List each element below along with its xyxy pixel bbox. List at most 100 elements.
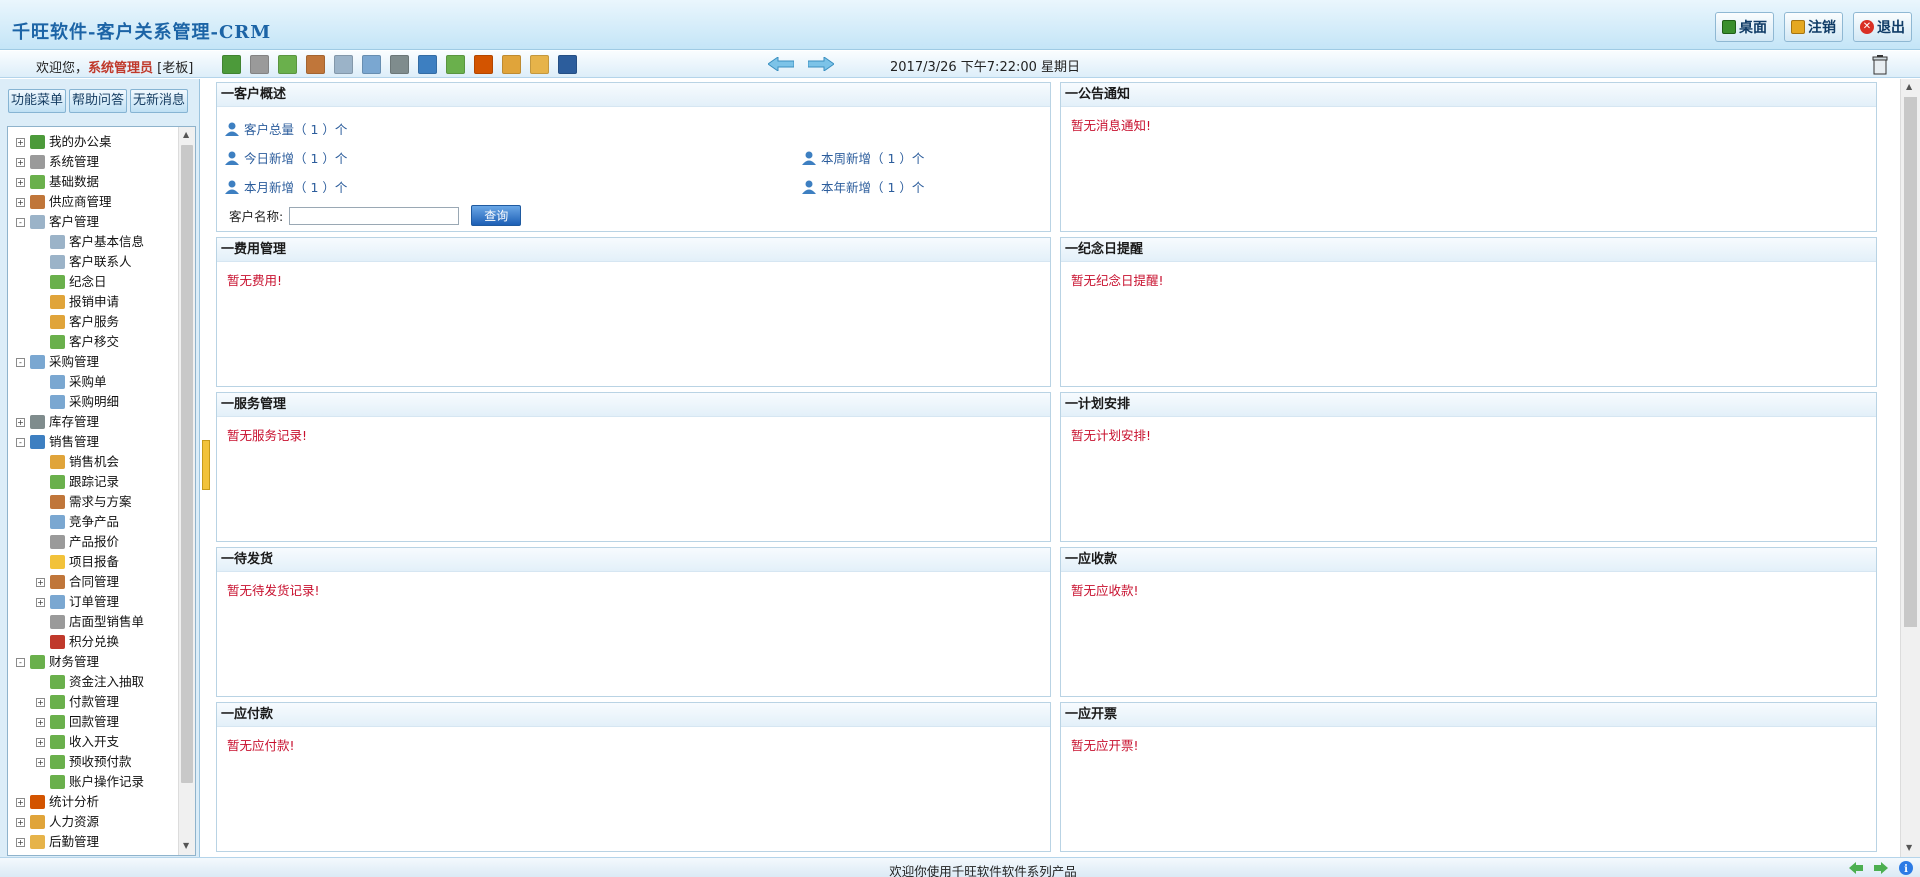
expand-icon[interactable]: + bbox=[16, 838, 25, 847]
statistics-icon[interactable] bbox=[474, 55, 493, 74]
tree-item[interactable]: + 统计分析 bbox=[8, 792, 178, 812]
tree-item[interactable]: + 我的办公桌 bbox=[8, 132, 178, 152]
tree-item[interactable]: 采购明细 bbox=[8, 392, 178, 412]
tree-item[interactable]: 客户基本信息 bbox=[8, 232, 178, 252]
tab-help[interactable]: 帮助问答 bbox=[69, 89, 127, 113]
logistics-icon[interactable] bbox=[530, 55, 549, 74]
sales-icon[interactable] bbox=[418, 55, 437, 74]
tree-item[interactable]: 店面型销售单 bbox=[8, 612, 178, 632]
tree-item[interactable]: 客户服务 bbox=[8, 312, 178, 332]
back-arrow-button[interactable] bbox=[768, 57, 794, 71]
expand-icon[interactable]: + bbox=[36, 698, 45, 707]
office-icon[interactable] bbox=[222, 55, 241, 74]
quote-icon bbox=[50, 535, 65, 549]
info-icon[interactable]: i bbox=[1898, 860, 1914, 876]
collapse-icon[interactable]: - bbox=[16, 218, 25, 227]
tree-item[interactable]: + 基础数据 bbox=[8, 172, 178, 192]
main-scroll-thumb[interactable] bbox=[1904, 97, 1917, 627]
tree-item[interactable]: + 收入开支 bbox=[8, 732, 178, 752]
data-icon[interactable] bbox=[278, 55, 297, 74]
user-name: [老板] bbox=[157, 61, 194, 76]
tree-item[interactable]: 纪念日 bbox=[8, 272, 178, 292]
bank-icon[interactable] bbox=[558, 55, 577, 74]
collapse-icon[interactable]: - bbox=[16, 658, 25, 667]
tree-item[interactable]: + 供应商管理 bbox=[8, 192, 178, 212]
customer-today-link[interactable]: 今日新增（ 1 ）个 bbox=[225, 148, 347, 167]
tree-item[interactable]: 积分兑换 bbox=[8, 632, 178, 652]
status-bar: 欢迎你使用千旺软件软件系列产品 i bbox=[0, 857, 1920, 877]
sidebar: 功能菜单 帮助问答 无新消息 + 我的办公桌 + 系统管理 + 基础数据 + 供应商管理 - 客户… bbox=[0, 79, 200, 857]
tree-item[interactable]: + 预收预付款 bbox=[8, 752, 178, 772]
expand-icon[interactable]: + bbox=[16, 798, 25, 807]
customer-month-link[interactable]: 本月新增（ 1 ）个 bbox=[225, 177, 347, 196]
tab-function-menu[interactable]: 功能菜单 bbox=[8, 89, 66, 113]
main-scrollbar[interactable]: ▲ ▼ bbox=[1900, 79, 1920, 857]
forward-arrow-button[interactable] bbox=[808, 57, 834, 71]
forward-arrow-icon[interactable] bbox=[1873, 860, 1889, 876]
sidebar-scroll-thumb[interactable] bbox=[181, 145, 193, 783]
tree-item[interactable]: - 客户管理 bbox=[8, 212, 178, 232]
customer-total-link[interactable]: 客户总量（ 1 ）个 bbox=[225, 119, 347, 138]
tree-item[interactable]: 销售机会 bbox=[8, 452, 178, 472]
finance-icon[interactable] bbox=[446, 55, 465, 74]
customer-card-icon[interactable] bbox=[334, 55, 353, 74]
expand-icon[interactable]: + bbox=[36, 598, 45, 607]
expand-icon[interactable]: + bbox=[36, 718, 45, 727]
expand-icon[interactable]: + bbox=[16, 158, 25, 167]
purchase-icon[interactable] bbox=[362, 55, 381, 74]
search-button[interactable]: 查询 bbox=[471, 205, 522, 226]
supplier-icon[interactable] bbox=[306, 55, 325, 74]
expand-icon[interactable]: + bbox=[16, 138, 25, 147]
tree-item[interactable]: + 系统管理 bbox=[8, 152, 178, 172]
expand-icon[interactable]: + bbox=[16, 198, 25, 207]
tree-item[interactable]: + 后勤管理 bbox=[8, 832, 178, 852]
back-arrow-icon[interactable] bbox=[1848, 860, 1864, 876]
tree-item[interactable]: + 订单管理 bbox=[8, 592, 178, 612]
scroll-up-icon[interactable]: ▲ bbox=[1906, 82, 1912, 91]
tree-item[interactable]: + 付款管理 bbox=[8, 692, 178, 712]
collapse-icon[interactable]: - bbox=[16, 438, 25, 447]
customer-year-link[interactable]: 本年新增（ 1 ）个 bbox=[802, 177, 924, 196]
trash-icon[interactable] bbox=[1872, 55, 1888, 75]
scroll-down-icon[interactable]: ▼ bbox=[1906, 843, 1912, 852]
desktop-button[interactable]: 桌面 bbox=[1715, 12, 1774, 42]
expand-icon[interactable]: + bbox=[36, 758, 45, 767]
logoff-button[interactable]: 注销 bbox=[1784, 12, 1843, 42]
tree-item[interactable]: 账户操作记录 bbox=[8, 772, 178, 792]
tree-item[interactable]: + 库存管理 bbox=[8, 412, 178, 432]
scroll-down-icon[interactable]: ▼ bbox=[183, 841, 189, 850]
tree-item[interactable]: 客户联系人 bbox=[8, 252, 178, 272]
collapse-icon[interactable]: - bbox=[16, 358, 25, 367]
warehouse-icon[interactable] bbox=[390, 55, 409, 74]
tree-item[interactable]: - 采购管理 bbox=[8, 352, 178, 372]
scroll-up-icon[interactable]: ▲ bbox=[183, 130, 189, 139]
hr-icon[interactable] bbox=[502, 55, 521, 74]
expand-icon[interactable]: + bbox=[36, 738, 45, 747]
tree-item[interactable]: 资金注入抽取 bbox=[8, 672, 178, 692]
tree-item[interactable]: 产品报价 bbox=[8, 532, 178, 552]
tree-item[interactable]: 报销申请 bbox=[8, 292, 178, 312]
sidebar-splitter-handle[interactable] bbox=[202, 440, 210, 490]
expand-icon[interactable]: + bbox=[36, 578, 45, 587]
tree-item[interactable]: - 财务管理 bbox=[8, 652, 178, 672]
tree-item[interactable]: 客户移交 bbox=[8, 332, 178, 352]
tree-item[interactable]: - 销售管理 bbox=[8, 432, 178, 452]
expand-icon[interactable]: + bbox=[16, 418, 25, 427]
exit-button[interactable]: ✕ 退出 bbox=[1853, 12, 1912, 42]
tree-item[interactable]: + 合同管理 bbox=[8, 572, 178, 592]
tree-item[interactable]: 跟踪记录 bbox=[8, 472, 178, 492]
tree-item[interactable]: 竞争产品 bbox=[8, 512, 178, 532]
customer-name-input[interactable] bbox=[289, 206, 460, 225]
tree-item-label: 统计分析 bbox=[49, 794, 100, 809]
gear-icon[interactable] bbox=[250, 55, 269, 74]
tree-item[interactable]: 项目报备 bbox=[8, 552, 178, 572]
tree-item[interactable]: 需求与方案 bbox=[8, 492, 178, 512]
tree-item[interactable]: + 回款管理 bbox=[8, 712, 178, 732]
tab-messages[interactable]: 无新消息 bbox=[130, 89, 188, 113]
sidebar-scrollbar[interactable]: ▲ ▼ bbox=[178, 127, 195, 855]
expand-icon[interactable]: + bbox=[16, 178, 25, 187]
tree-item[interactable]: + 人力资源 bbox=[8, 812, 178, 832]
tree-item[interactable]: 采购单 bbox=[8, 372, 178, 392]
expand-icon[interactable]: + bbox=[16, 818, 25, 827]
customer-week-link[interactable]: 本周新增（ 1 ）个 bbox=[802, 148, 924, 167]
